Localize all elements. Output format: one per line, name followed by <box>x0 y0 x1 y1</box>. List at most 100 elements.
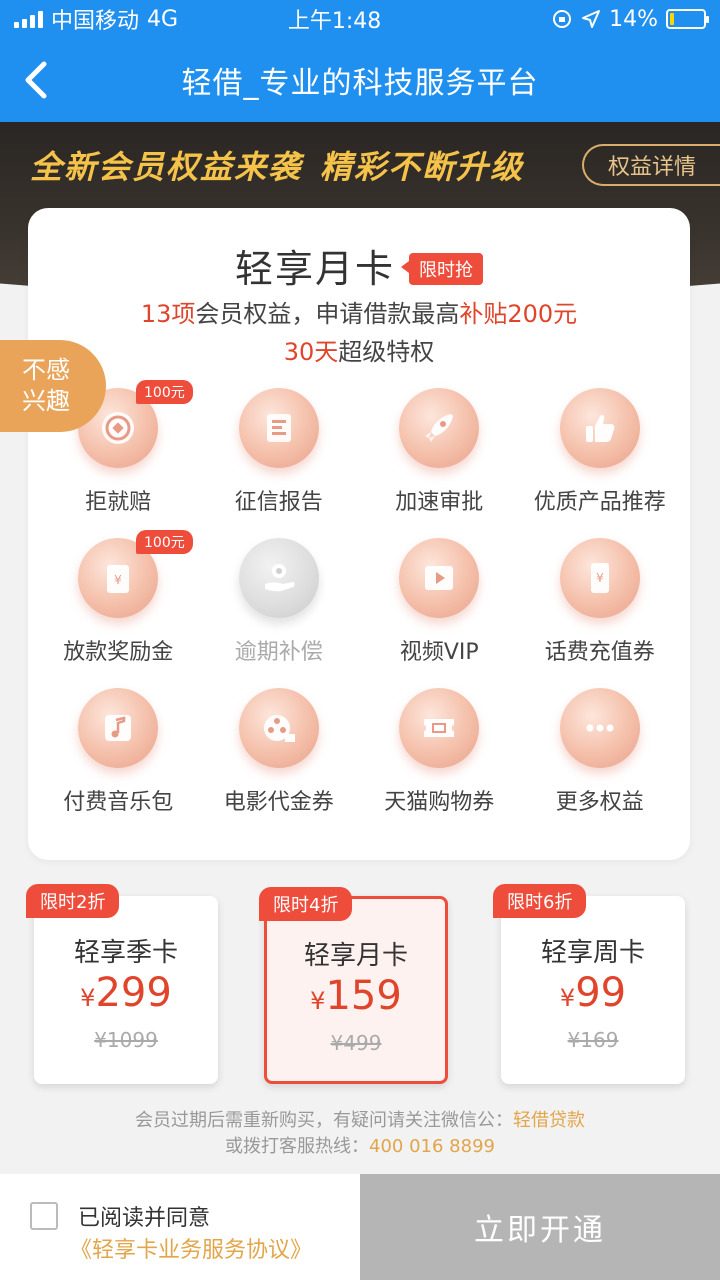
hotline-number[interactable]: 400 016 8899 <box>369 1136 495 1157</box>
benefit-label: 更多权益 <box>555 790 644 815</box>
location-arrow-icon <box>582 10 601 28</box>
benefit-count: 13项 <box>140 300 196 328</box>
privilege-text: 超级特权 <box>338 338 435 366</box>
top-bar: 中国移动 4G 上午1:48 14% 轻借_专业的科技服务平台 <box>0 0 720 122</box>
signal-icon <box>14 10 43 28</box>
clock: 上午1:48 <box>287 9 382 34</box>
wechat-account: 轻借贷款 <box>513 1110 585 1131</box>
card-title-text: 轻享月卡 <box>234 247 395 291</box>
plan-quarter-card[interactable]: 限时2折 轻享季卡 ¥299 ¥1099 <box>26 884 218 1084</box>
not-interested-line1: 不感 <box>22 355 70 384</box>
music-note-icon <box>105 715 132 741</box>
banner-slogan-2: 精彩不断升级 <box>320 148 525 186</box>
hand-coin-icon <box>264 564 295 592</box>
agree-text: 已阅读并同意 <box>78 1206 211 1231</box>
plan-original-price: ¥169 <box>567 1028 619 1052</box>
price-value: 299 <box>95 970 172 1016</box>
benefits-grid: 100元 拒就赔 征信报告 加速审批 优质产品推荐 ¥ 100元 放款奖励金 逾… <box>38 380 681 818</box>
phone-yuan-icon: ¥ <box>590 563 609 593</box>
footnote-line1: 会员过期后需重新购买，有疑问请关注微信公： <box>135 1110 513 1131</box>
footnote-line2: 或拨打客服热线： <box>225 1136 370 1158</box>
plan-original-price: ¥499 <box>330 1031 382 1055</box>
benefit-item[interactable]: ¥ 话费充值券 <box>520 538 681 668</box>
agreement-link[interactable]: 《轻享卡业务服务协议》 <box>70 1232 312 1264</box>
benefit-item[interactable]: 电影代金券 <box>199 688 360 818</box>
battery-icon <box>666 9 709 29</box>
benefit-label: 电影代金券 <box>223 790 334 815</box>
plan-price: ¥159 <box>267 973 445 1019</box>
benefit-badge: 100元 <box>136 530 193 554</box>
not-interested-tab[interactable]: 不感 兴趣 <box>0 340 106 432</box>
page-title: 轻借_专业的科技服务平台 <box>181 66 539 101</box>
plan-price: ¥299 <box>34 970 218 1016</box>
status-bar: 中国移动 4G 上午1:48 14% <box>0 0 720 38</box>
network-type: 4G <box>147 6 179 32</box>
film-reel-icon <box>263 715 295 742</box>
currency-symbol: ¥ <box>310 987 326 1015</box>
banner-slogan-1: 全新会员权益来袭 <box>30 148 303 186</box>
benefit-item[interactable]: 天猫购物券 <box>359 688 520 818</box>
coin-icon <box>102 412 135 444</box>
benefit-label: 征信报告 <box>234 490 323 515</box>
ticket-icon <box>424 719 455 737</box>
plan-week-card[interactable]: 限时6折 轻享周卡 ¥99 ¥169 <box>493 884 685 1084</box>
plan-name: 轻享季卡 <box>73 938 178 968</box>
benefit-item[interactable]: 视频VIP <box>359 538 520 668</box>
service-footnote: 会员过期后需重新购买，有疑问请关注微信公：轻借贷款 或拨打客服热线：400 01… <box>0 1108 720 1160</box>
currency-symbol: ¥ <box>80 984 96 1012</box>
benefit-item[interactable]: 优质产品推荐 <box>520 388 681 518</box>
membership-card: 轻享月卡 限时抢 13项会员权益，申请借款最高补贴200元 30天超级特权 100… <box>28 208 690 860</box>
subtitle-text: 会员权益，申请借款最高 <box>195 300 460 328</box>
bottom-action-bar: 已阅读并同意 《轻享卡业务服务协议》 立即开通 <box>0 1174 720 1280</box>
benefit-label: 优质产品推荐 <box>533 490 666 515</box>
open-now-button[interactable]: 立即开通 <box>360 1174 720 1280</box>
subsidy-text: 补贴200元 <box>459 300 578 328</box>
price-value: 159 <box>325 973 402 1019</box>
plan-month-card[interactable]: 限时4折 轻享月卡 ¥159 ¥499 <box>259 887 448 1084</box>
plan-name: 轻享周卡 <box>540 938 645 968</box>
benefit-label: 加速审批 <box>395 490 484 515</box>
benefit-badge: 100元 <box>136 380 193 404</box>
video-play-icon <box>425 566 454 590</box>
plan-price: ¥99 <box>501 970 685 1016</box>
benefit-item[interactable]: 逾期补偿 <box>199 538 360 668</box>
rights-detail-button[interactable]: 权益详情 <box>582 144 720 186</box>
back-arrow-icon[interactable] <box>18 58 58 102</box>
benefit-item[interactable]: ¥ 100元 放款奖励金 <box>38 530 199 668</box>
benefit-label: 视频VIP <box>399 640 479 665</box>
benefit-label: 放款奖励金 <box>63 640 174 665</box>
navigation-bar: 轻借_专业的科技服务平台 <box>0 38 720 122</box>
benefit-item[interactable]: 加速审批 <box>359 388 520 518</box>
carrier: 中国移动 <box>51 9 140 34</box>
card-title: 轻享月卡 限时抢 <box>28 238 690 293</box>
plan-discount-tag: 限时2折 <box>26 884 120 918</box>
not-interested-line2: 兴趣 <box>22 387 70 415</box>
plan-discount-tag: 限时4折 <box>259 887 353 921</box>
benefit-item[interactable]: 付费音乐包 <box>38 688 199 818</box>
benefit-label: 天猫购物券 <box>384 790 495 815</box>
card-subtitle-2: 30天超级特权 <box>28 332 690 367</box>
plan-discount-tag: 限时6折 <box>493 884 587 918</box>
rocket-icon <box>425 414 454 442</box>
benefit-label: 话费充值券 <box>544 640 655 665</box>
more-dots-icon <box>586 724 614 732</box>
card-subtitle-1: 13项会员权益，申请借款最高补贴200元 <box>28 294 690 329</box>
battery-percent: 14% <box>609 6 658 32</box>
benefit-item[interactable]: 征信报告 <box>199 388 360 518</box>
svg-text:¥: ¥ <box>596 571 604 585</box>
benefit-label: 拒就赔 <box>85 490 152 515</box>
benefit-item[interactable]: 更多权益 <box>520 688 681 818</box>
currency-symbol: ¥ <box>559 984 576 1012</box>
plan-name: 轻享月卡 <box>303 941 408 971</box>
scroll-icon <box>266 414 291 442</box>
plan-original-price: ¥1099 <box>94 1028 158 1052</box>
benefit-label: 付费音乐包 <box>63 790 174 815</box>
banner-slogan: 全新会员权益来袭 精彩不断升级 <box>30 142 542 188</box>
price-value: 99 <box>575 970 627 1016</box>
limited-tag: 限时抢 <box>401 253 483 285</box>
days-count: 30天 <box>283 338 339 366</box>
svg-text:¥: ¥ <box>114 573 122 587</box>
red-envelope-icon: ¥ <box>107 565 130 593</box>
agreement-checkbox[interactable] <box>30 1202 58 1230</box>
agreement-area: 已阅读并同意 《轻享卡业务服务协议》 <box>0 1174 360 1280</box>
